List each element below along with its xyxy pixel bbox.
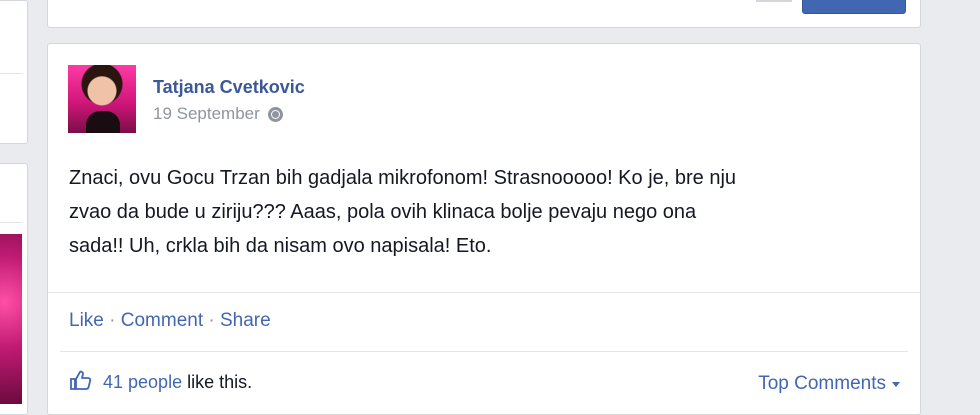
left-thumbnail-image[interactable] bbox=[0, 234, 22, 404]
post-text-line: zvao da bude u ziriju??? Aaas, pola ovih… bbox=[69, 201, 697, 223]
left-sidebar-card: › bbox=[0, 0, 28, 144]
avatar-figure bbox=[86, 111, 120, 133]
post-divider bbox=[48, 292, 920, 293]
post-actions: Like · Comment · Share bbox=[69, 310, 271, 332]
top-comments-label: Top Comments bbox=[758, 373, 886, 394]
avatar[interactable] bbox=[68, 65, 136, 133]
left-card-divider bbox=[0, 73, 23, 74]
previous-post-divider bbox=[756, 0, 792, 2]
like-link[interactable]: Like bbox=[69, 310, 104, 331]
previous-post-button[interactable] bbox=[802, 0, 906, 14]
comment-link[interactable]: Comment bbox=[121, 310, 203, 331]
chevron-right-icon[interactable]: › bbox=[0, 190, 5, 200]
likes-summary: 41 people like this. bbox=[70, 370, 252, 395]
chevron-right-icon[interactable]: › bbox=[0, 37, 5, 47]
likes-count-link[interactable]: 41 people bbox=[103, 372, 182, 392]
likes-divider bbox=[60, 351, 908, 352]
top-comments-dropdown[interactable]: Top Comments bbox=[758, 373, 900, 395]
likes-suffix: like this. bbox=[187, 372, 253, 392]
thumbs-up-icon bbox=[70, 370, 92, 395]
left-card-divider bbox=[0, 222, 23, 223]
post-text: Znaci, ovu Gocu Trzan bih gadjala mikrof… bbox=[69, 161, 909, 263]
post-date[interactable]: 19 September bbox=[153, 104, 260, 124]
action-separator: · bbox=[208, 310, 215, 331]
post-author-name[interactable]: Tatjana Cvetkovic bbox=[153, 77, 305, 98]
share-link[interactable]: Share bbox=[220, 310, 271, 331]
action-separator: · bbox=[109, 310, 116, 331]
post-text-line: sada!! Uh, crkla bih da nisam ovo napisa… bbox=[69, 235, 492, 257]
post-text-line: Znaci, ovu Gocu Trzan bih gadjala mikrof… bbox=[69, 167, 737, 189]
post-meta: 19 September bbox=[153, 104, 283, 124]
feed-post: Tatjana Cvetkovic 19 September Znaci, ov… bbox=[47, 43, 921, 415]
globe-icon[interactable] bbox=[267, 106, 283, 122]
previous-post-card bbox=[47, 0, 921, 28]
caret-down-icon bbox=[892, 381, 900, 387]
